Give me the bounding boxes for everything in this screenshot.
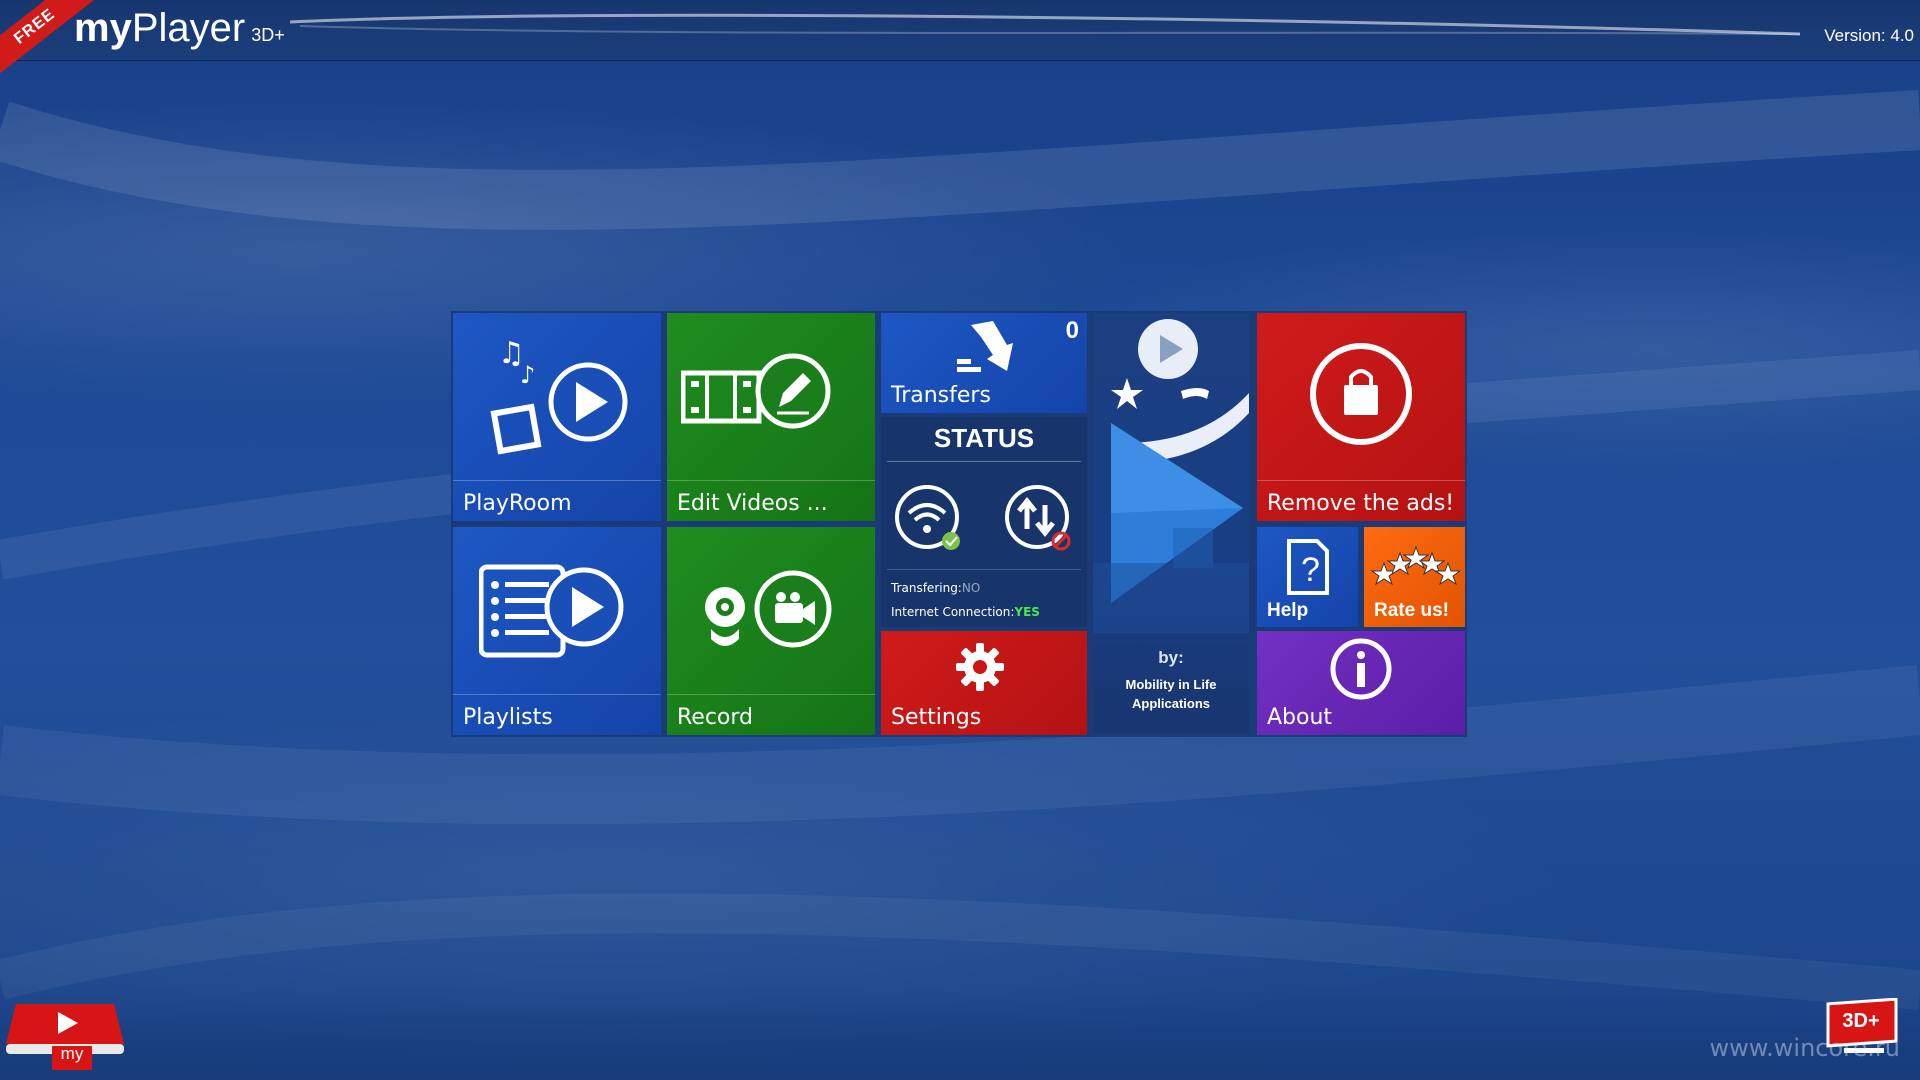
footer-bar [0,985,1920,1080]
logo-player: Player [131,6,246,50]
transfers-count: 0 [1065,317,1079,344]
tile-rate-us[interactable]: Rate us! [1364,527,1465,627]
badge-3d-label: 3D+ [1842,1010,1880,1032]
tile-transfers[interactable]: 0 Transfers [881,313,1087,413]
rating-stars-icon [1370,545,1460,586]
tile-playlists-label: Playlists [463,705,553,730]
tile-remove-ads-label: Remove the ads! [1267,491,1455,516]
company-line1: Mobility in Life [1125,677,1217,692]
help-doc-icon: ? [1287,539,1329,595]
tile-app-logo: by: Mobility in Life Applications [1093,313,1249,733]
svg-text:?: ? [1301,551,1320,589]
tile-grid: ♫ ♪ PlayRoom Edit Videos ... 0 Transfers… [451,311,1467,737]
tile-transfers-label: Transfers [891,383,991,408]
version-label: Version: 4.0 [1824,26,1914,45]
tile-settings[interactable]: Settings [881,631,1087,735]
my-logo-button[interactable]: my [6,1000,124,1070]
tile-help-label: Help [1267,600,1309,621]
by-label: by: [1158,648,1184,667]
tile-rate-us-label: Rate us! [1374,600,1449,621]
tile-edit-videos-label: Edit Videos ... [677,491,828,516]
title-bar: FREE myPlayer 3D+ Version: 4.0 [0,0,1920,79]
playlist-play-icon [479,564,624,658]
internet-value: YES [1014,605,1040,619]
tile-remove-ads[interactable]: Remove the ads! [1257,313,1465,521]
gear-icon [956,643,1004,691]
tile-playroom[interactable]: ♫ ♪ PlayRoom [453,313,661,521]
music-play-icon: ♫ ♪ [490,336,628,455]
tile-help[interactable]: ? Help [1257,527,1358,627]
svg-text:♪: ♪ [520,361,535,389]
tile-settings-label: Settings [891,705,982,730]
logo-my: my [74,6,132,50]
tile-about-label: About [1267,705,1333,730]
my-logo-label: my [60,1044,84,1063]
internet-label: Internet Connection: [891,605,1015,619]
tile-record-label: Record [677,705,754,730]
transfering-status: Transfering:NO [891,581,980,595]
webcam-video-icon [705,570,832,648]
logo-sub: 3D+ [251,25,285,45]
header-swoosh [289,13,1801,36]
tile-edit-videos[interactable]: Edit Videos ... [667,313,875,521]
status-title: STATUS [933,423,1035,453]
tile-playlists[interactable]: Playlists [453,527,661,735]
transfering-label: Transfering: [891,581,962,595]
internet-status: Internet Connection:YES [891,605,1040,619]
wifi-check-icon [895,485,960,550]
play-logo-icon [1093,319,1249,633]
tile-playroom-label: PlayRoom [463,491,572,516]
transfering-value: NO [961,581,981,595]
shopping-bag-icon [1310,343,1412,445]
app-logo: myPlayer 3D+ [74,6,285,51]
info-icon [1330,638,1392,700]
status-panel: STATUS Transfering:NO Internet Connectio… [881,417,1087,627]
company-line2: Applications [1131,696,1210,711]
tile-about[interactable]: About [1257,631,1465,735]
transfer-hand-icon [957,321,1013,372]
sync-blocked-icon [1005,485,1071,551]
tile-record[interactable]: Record [667,527,875,735]
film-edit-icon [681,353,831,429]
watermark: www.wincore.ru [1709,1034,1900,1062]
